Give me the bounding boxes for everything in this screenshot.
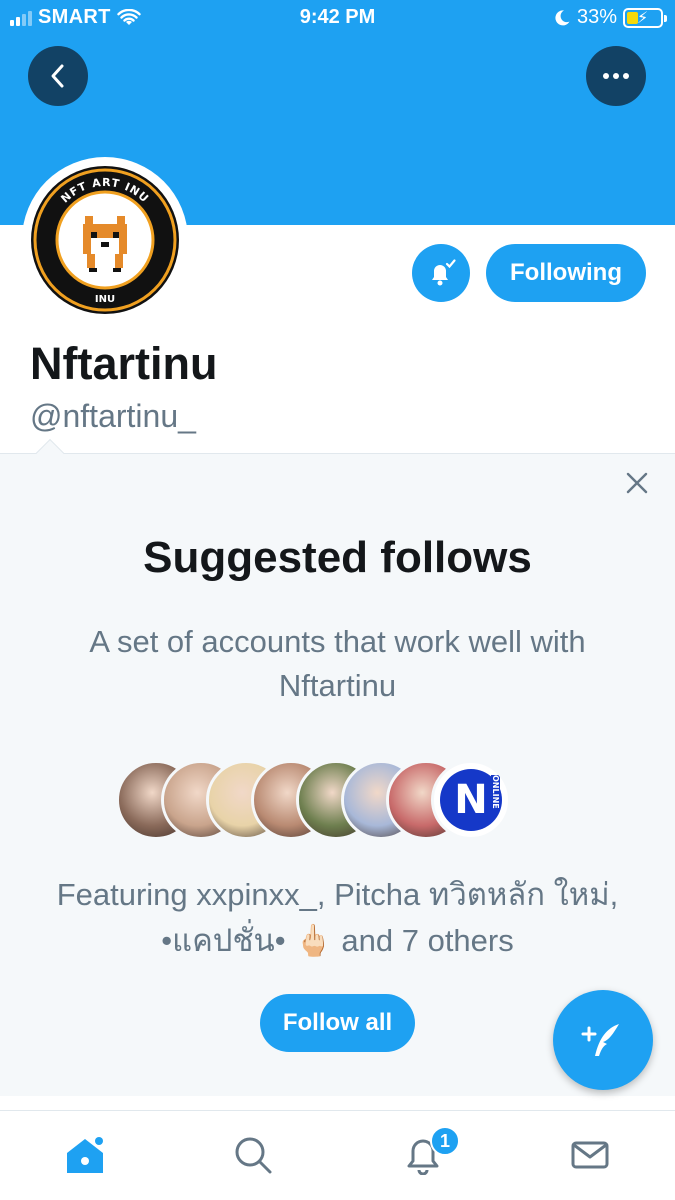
more-options-button[interactable] xyxy=(586,46,646,106)
suggested-follows-title: Suggested follows xyxy=(143,533,532,582)
featuring-text: Featuring xxpinxx_, Pitcha ทวิตหลัก ใหม่… xyxy=(56,877,619,958)
bell-check-icon xyxy=(432,259,456,286)
logo-text-bottom: INU xyxy=(95,294,115,305)
messages-icon xyxy=(571,1141,609,1169)
battery-charging-icon: ⚡ xyxy=(623,7,667,28)
close-icon xyxy=(626,472,648,494)
back-button[interactable] xyxy=(28,46,88,106)
notifications-badge: 1 xyxy=(430,1126,460,1156)
display-name: Nftartinu xyxy=(30,338,218,389)
shiba-pixel-icon xyxy=(83,216,127,272)
user-handle: @nftartinu_ xyxy=(30,398,196,434)
notifications-toggle-button[interactable] xyxy=(412,244,470,302)
suggested-follows-description: A set of accounts that work well with Nf… xyxy=(89,624,586,703)
status-bar: SMART 9:42 PM 33% ⚡ xyxy=(0,0,675,36)
compose-tweet-icon xyxy=(581,1024,619,1056)
nft-art-inu-logo: NFT ART INU INU xyxy=(31,166,179,314)
suggested-accounts-avatars[interactable]: N ONLINE xyxy=(116,760,536,840)
search-icon xyxy=(235,1137,272,1174)
dismiss-suggestions-button[interactable] xyxy=(622,468,652,498)
following-button[interactable]: Following xyxy=(486,244,646,302)
suggested-account-avatar: N ONLINE xyxy=(431,760,511,840)
home-icon xyxy=(67,1137,103,1173)
tab-search[interactable] xyxy=(231,1133,275,1177)
follow-all-button[interactable]: Follow all xyxy=(260,994,415,1052)
moon-icon xyxy=(555,9,570,25)
bottom-tab-bar xyxy=(0,1111,675,1200)
compose-tweet-button[interactable] xyxy=(553,990,653,1090)
more-horizontal-icon xyxy=(603,73,629,79)
battery-percent: 33% xyxy=(576,6,617,28)
tab-messages[interactable] xyxy=(568,1133,612,1177)
profile-avatar[interactable]: NFT ART INU INU xyxy=(22,157,188,323)
chevron-left-icon xyxy=(51,64,64,88)
tab-home[interactable] xyxy=(63,1133,107,1177)
online-badge-text: ONLINE xyxy=(491,775,500,809)
